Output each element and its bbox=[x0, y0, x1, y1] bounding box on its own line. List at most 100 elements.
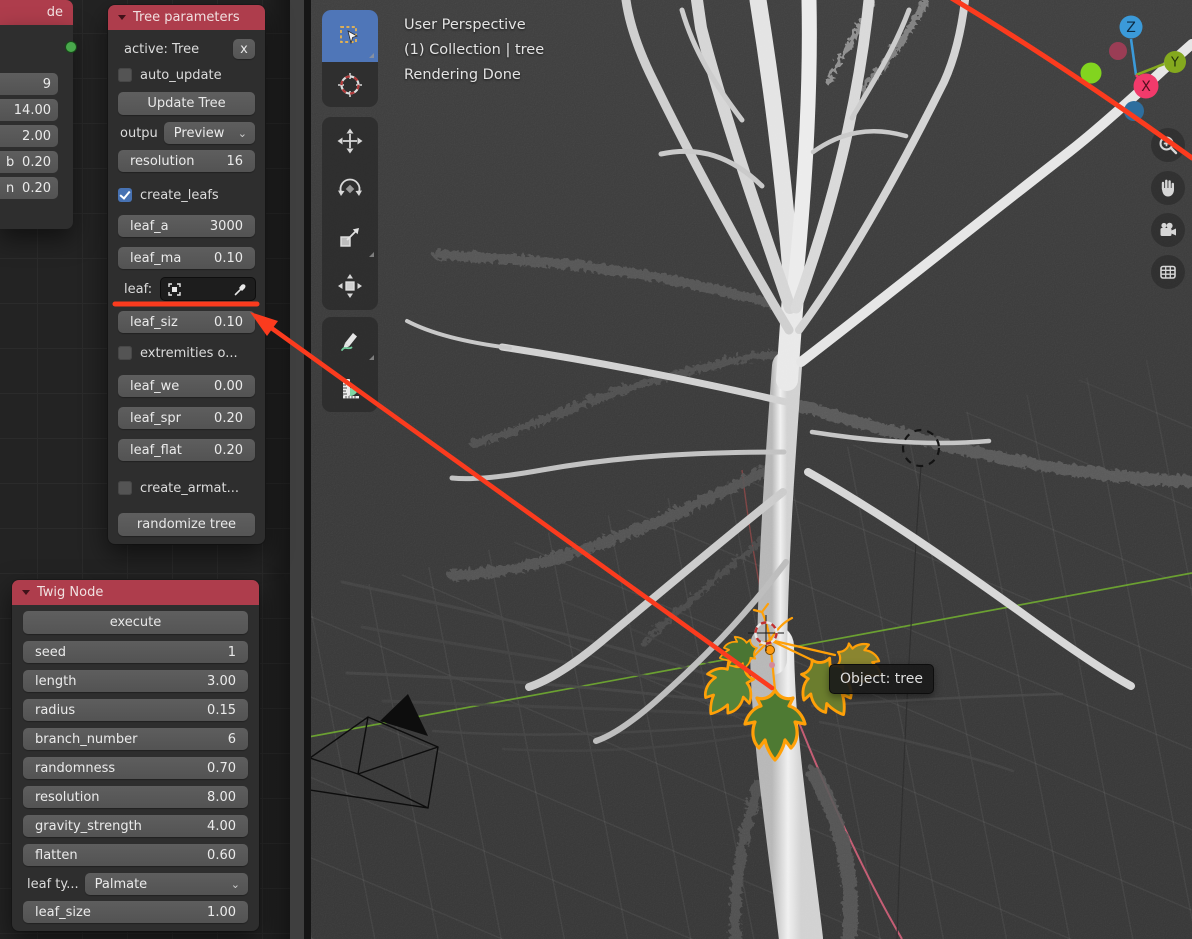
toolbar-group-annotate bbox=[322, 317, 378, 412]
cut-node-title-fragment: de bbox=[46, 5, 63, 20]
clear-active-button[interactable]: x bbox=[233, 39, 255, 59]
node-output-socket[interactable] bbox=[66, 42, 76, 52]
zoom-icon bbox=[1159, 136, 1178, 155]
armature-dot bbox=[769, 662, 775, 668]
node-field[interactable]: 14.00 bbox=[0, 99, 58, 121]
leaf-type-dropdown[interactable]: Palmate ⌄ bbox=[84, 873, 248, 895]
move-icon bbox=[337, 128, 363, 154]
eyedropper-icon[interactable] bbox=[234, 282, 248, 296]
leaf-spr-slider[interactable]: leaf_spr 0.20 bbox=[118, 407, 255, 429]
view-name: User Perspective bbox=[404, 17, 526, 33]
object-origin-dot bbox=[765, 645, 775, 655]
node-editor-scrollbar[interactable] bbox=[290, 0, 304, 939]
twig-node[interactable]: Twig Node execute seed 1 length 3.00 radiu… bbox=[12, 580, 259, 931]
leaf-ma-slider[interactable]: leaf_ma 0.10 bbox=[118, 247, 255, 269]
collection-breadcrumb: (1) Collection | tree bbox=[404, 42, 545, 58]
collapse-triangle-icon[interactable] bbox=[22, 590, 30, 595]
scale-tool-button[interactable] bbox=[322, 213, 378, 261]
annotate-tool-button[interactable] bbox=[322, 317, 378, 364]
move-tool-button[interactable] bbox=[322, 117, 378, 165]
measure-tool-button[interactable] bbox=[322, 364, 378, 412]
object-tooltip: Object: tree bbox=[829, 664, 934, 694]
resolution-slider[interactable]: resolution 16 bbox=[118, 150, 255, 172]
leaf-picker-label: leaf: bbox=[124, 281, 153, 297]
output-label: outpu bbox=[120, 125, 158, 141]
toolbar-group-transform bbox=[322, 117, 378, 310]
rotate-icon bbox=[338, 178, 362, 196]
auto-update-label: auto_update bbox=[140, 67, 222, 83]
leaf-siz-slider[interactable]: leaf_siz 0.10 bbox=[118, 311, 255, 333]
create-armature-label: create_armat... bbox=[140, 480, 239, 496]
create-armature-checkbox[interactable] bbox=[118, 481, 132, 495]
gizmo-x-label: X bbox=[1141, 79, 1151, 95]
flatten-slider[interactable]: flatten 0.60 bbox=[23, 844, 248, 866]
measure-icon bbox=[343, 379, 359, 399]
orientation-gizmo[interactable]: Y X Z bbox=[1080, 6, 1192, 122]
execute-button[interactable]: execute bbox=[23, 611, 248, 634]
render-status: Rendering Done bbox=[404, 67, 521, 83]
randomize-tree-button[interactable]: randomize tree bbox=[118, 513, 255, 536]
update-tree-button[interactable]: Update Tree bbox=[118, 92, 255, 115]
zoom-button[interactable] bbox=[1151, 128, 1185, 162]
gravity-strength-slider[interactable]: gravity_strength 4.00 bbox=[23, 815, 248, 837]
select-box-icon bbox=[340, 26, 359, 45]
leaf-we-slider[interactable]: leaf_we 0.00 bbox=[118, 375, 255, 397]
transform-tool-button[interactable] bbox=[322, 261, 378, 310]
cut-node-body: 9 14.00 2.00 b 0.20 n 0.20 bbox=[0, 25, 73, 229]
node-field[interactable]: n 0.20 bbox=[0, 177, 58, 199]
gizmo-neg-x-ball[interactable] bbox=[1109, 42, 1127, 60]
render-noise bbox=[311, 0, 1192, 939]
active-tree-label: active: Tree bbox=[124, 41, 200, 57]
cursor-tool-icon bbox=[338, 72, 362, 97]
editor-divider[interactable] bbox=[304, 0, 311, 939]
randomness-slider[interactable]: randomness 0.70 bbox=[23, 757, 248, 779]
create-leafs-label: create_leafs bbox=[140, 187, 219, 203]
blender-window: User Perspective (1) Collection | tree R… bbox=[0, 0, 1192, 939]
extremities-checkbox[interactable] bbox=[118, 346, 132, 360]
branch-number-slider[interactable]: branch_number 6 bbox=[23, 728, 248, 750]
toolbar-group-select bbox=[322, 10, 378, 107]
panel-title: Tree parameters bbox=[133, 10, 240, 25]
annotate-icon bbox=[341, 332, 357, 351]
camera-view-button[interactable] bbox=[1151, 213, 1185, 247]
gizmo-neg-z-ball[interactable] bbox=[1124, 101, 1144, 121]
resolution-slider[interactable]: resolution 8.00 bbox=[23, 786, 248, 808]
create-leafs-checkbox[interactable] bbox=[118, 188, 132, 202]
node-field[interactable]: b 0.20 bbox=[0, 151, 58, 173]
node-field[interactable]: 9 bbox=[0, 73, 58, 95]
select-box-tool-button[interactable] bbox=[322, 10, 378, 62]
cut-node[interactable]: de 9 14.00 2.00 b 0.20 n 0.20 bbox=[0, 0, 76, 229]
length-slider[interactable]: length 3.00 bbox=[23, 670, 248, 692]
leaf-flat-slider[interactable]: leaf_flat 0.20 bbox=[118, 439, 255, 461]
chevron-down-icon: ⌄ bbox=[237, 126, 247, 140]
gizmo-z-label: Z bbox=[1126, 20, 1136, 36]
radius-slider[interactable]: radius 0.15 bbox=[23, 699, 248, 721]
seed-slider[interactable]: seed 1 bbox=[23, 641, 248, 663]
tree-parameters-header[interactable]: Tree parameters bbox=[108, 5, 265, 30]
panel-title: Twig Node bbox=[37, 585, 104, 600]
viewport-overlay-text: User Perspective (1) Collection | tree R… bbox=[404, 13, 544, 88]
leaf-a-slider[interactable]: leaf_a 3000 bbox=[118, 215, 255, 237]
rotate-tool-button[interactable] bbox=[322, 165, 378, 213]
transform-icon bbox=[338, 273, 362, 298]
chevron-down-icon: ⌄ bbox=[230, 877, 240, 891]
gizmo-neg-y-ball[interactable] bbox=[1080, 62, 1102, 84]
scale-icon bbox=[340, 228, 359, 247]
node-field[interactable]: 2.00 bbox=[0, 125, 58, 147]
object-tooltip-text: Object: tree bbox=[840, 671, 923, 687]
pan-button[interactable] bbox=[1151, 171, 1185, 205]
viewport-3d[interactable]: User Perspective (1) Collection | tree R… bbox=[311, 0, 1192, 939]
gizmo-y-label: Y bbox=[1170, 56, 1179, 71]
cursor-tool-button[interactable] bbox=[322, 62, 378, 107]
leaf-object-picker[interactable] bbox=[161, 278, 255, 300]
scene-render bbox=[311, 0, 1192, 939]
tree-parameters-node[interactable]: Tree parameters active: Tree x auto_upda… bbox=[108, 5, 265, 544]
collapse-triangle-icon[interactable] bbox=[118, 15, 126, 20]
auto-update-checkbox[interactable] bbox=[118, 68, 132, 82]
output-dropdown[interactable]: Preview ⌄ bbox=[163, 122, 255, 144]
twig-node-header[interactable]: Twig Node bbox=[12, 580, 259, 605]
leaf-size-slider[interactable]: leaf_size 1.00 bbox=[23, 901, 248, 923]
toggle-grid-button[interactable] bbox=[1151, 255, 1185, 289]
pan-hand-icon bbox=[1161, 179, 1174, 197]
cut-node-header[interactable]: de bbox=[0, 0, 73, 25]
